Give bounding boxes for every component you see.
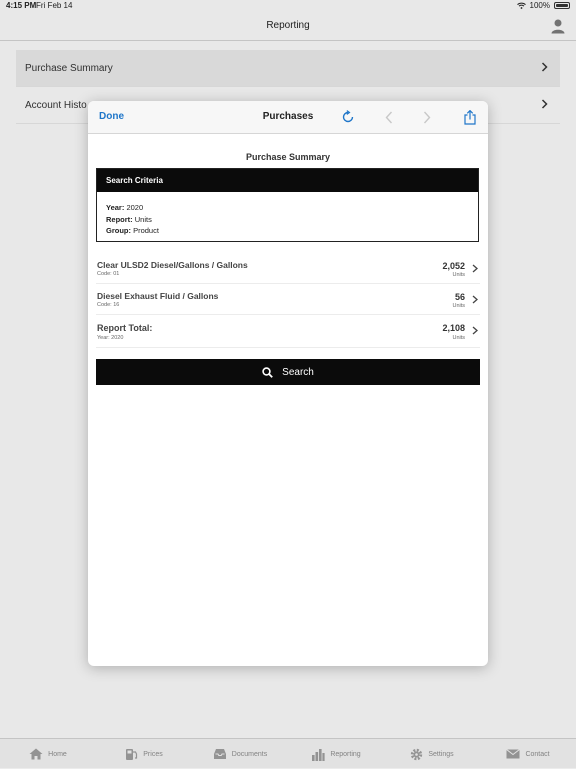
search-criteria-box: Search Criteria Year: 2020 Report: Units… bbox=[96, 168, 479, 242]
criteria-report: Report: Units bbox=[106, 214, 469, 226]
search-criteria-body: Year: 2020 Report: Units Group: Product bbox=[97, 192, 478, 237]
criteria-year-value: 2020 bbox=[126, 203, 144, 212]
search-button[interactable]: Search bbox=[96, 359, 480, 385]
chevron-right-icon bbox=[472, 264, 478, 273]
report-total-year: Year: 2020 bbox=[97, 335, 124, 341]
results-list: Clear ULSD2 Diesel/Gallons / Gallons Cod… bbox=[96, 253, 480, 348]
report-total-value: 2,108 bbox=[442, 323, 465, 333]
criteria-group-label: Group: bbox=[106, 226, 131, 235]
result-row[interactable]: Diesel Exhaust Fluid / Gallons Code: 16 … bbox=[96, 284, 480, 315]
magnifier-icon bbox=[262, 366, 273, 378]
search-criteria-header: Search Criteria bbox=[97, 169, 478, 192]
report-total-row[interactable]: Report Total: Year: 2020 2,108 Units bbox=[96, 315, 480, 348]
result-row[interactable]: Clear ULSD2 Diesel/Gallons / Gallons Cod… bbox=[96, 253, 480, 284]
criteria-year: Year: 2020 bbox=[106, 202, 469, 214]
criteria-group: Group: Product bbox=[106, 225, 469, 237]
report-total-unit: Units bbox=[452, 335, 465, 341]
report-total-label: Report Total: bbox=[97, 323, 153, 333]
criteria-report-label: Report: bbox=[106, 214, 133, 224]
forward-arrow-icon[interactable] bbox=[419, 109, 435, 125]
result-unit: Units bbox=[452, 303, 465, 309]
result-value: 56 bbox=[454, 292, 465, 302]
result-name: Clear ULSD2 Diesel/Gallons / Gallons bbox=[97, 260, 248, 270]
criteria-year-label: Year: bbox=[106, 203, 125, 212]
chevron-right-icon bbox=[472, 295, 478, 304]
back-arrow-icon[interactable] bbox=[381, 109, 397, 125]
result-value: 2,052 bbox=[442, 261, 465, 271]
result-name: Diesel Exhaust Fluid / Gallons bbox=[97, 291, 219, 301]
result-unit: Units bbox=[452, 272, 465, 278]
purchases-modal: Done Purchases Purchase Summary Search C… bbox=[88, 101, 488, 666]
criteria-group-value: Product bbox=[133, 226, 159, 235]
result-code: Code: 16 bbox=[97, 302, 120, 308]
report-title: Purchase Summary bbox=[245, 152, 331, 162]
chevron-right-icon bbox=[472, 326, 478, 335]
criteria-report-value: Units bbox=[134, 214, 152, 224]
search-button-label: Search bbox=[282, 366, 314, 378]
refresh-icon[interactable] bbox=[340, 109, 356, 125]
result-code: Code: 01 bbox=[97, 271, 120, 277]
share-icon[interactable] bbox=[462, 109, 478, 125]
modal-toolbar: Done Purchases bbox=[88, 101, 488, 134]
